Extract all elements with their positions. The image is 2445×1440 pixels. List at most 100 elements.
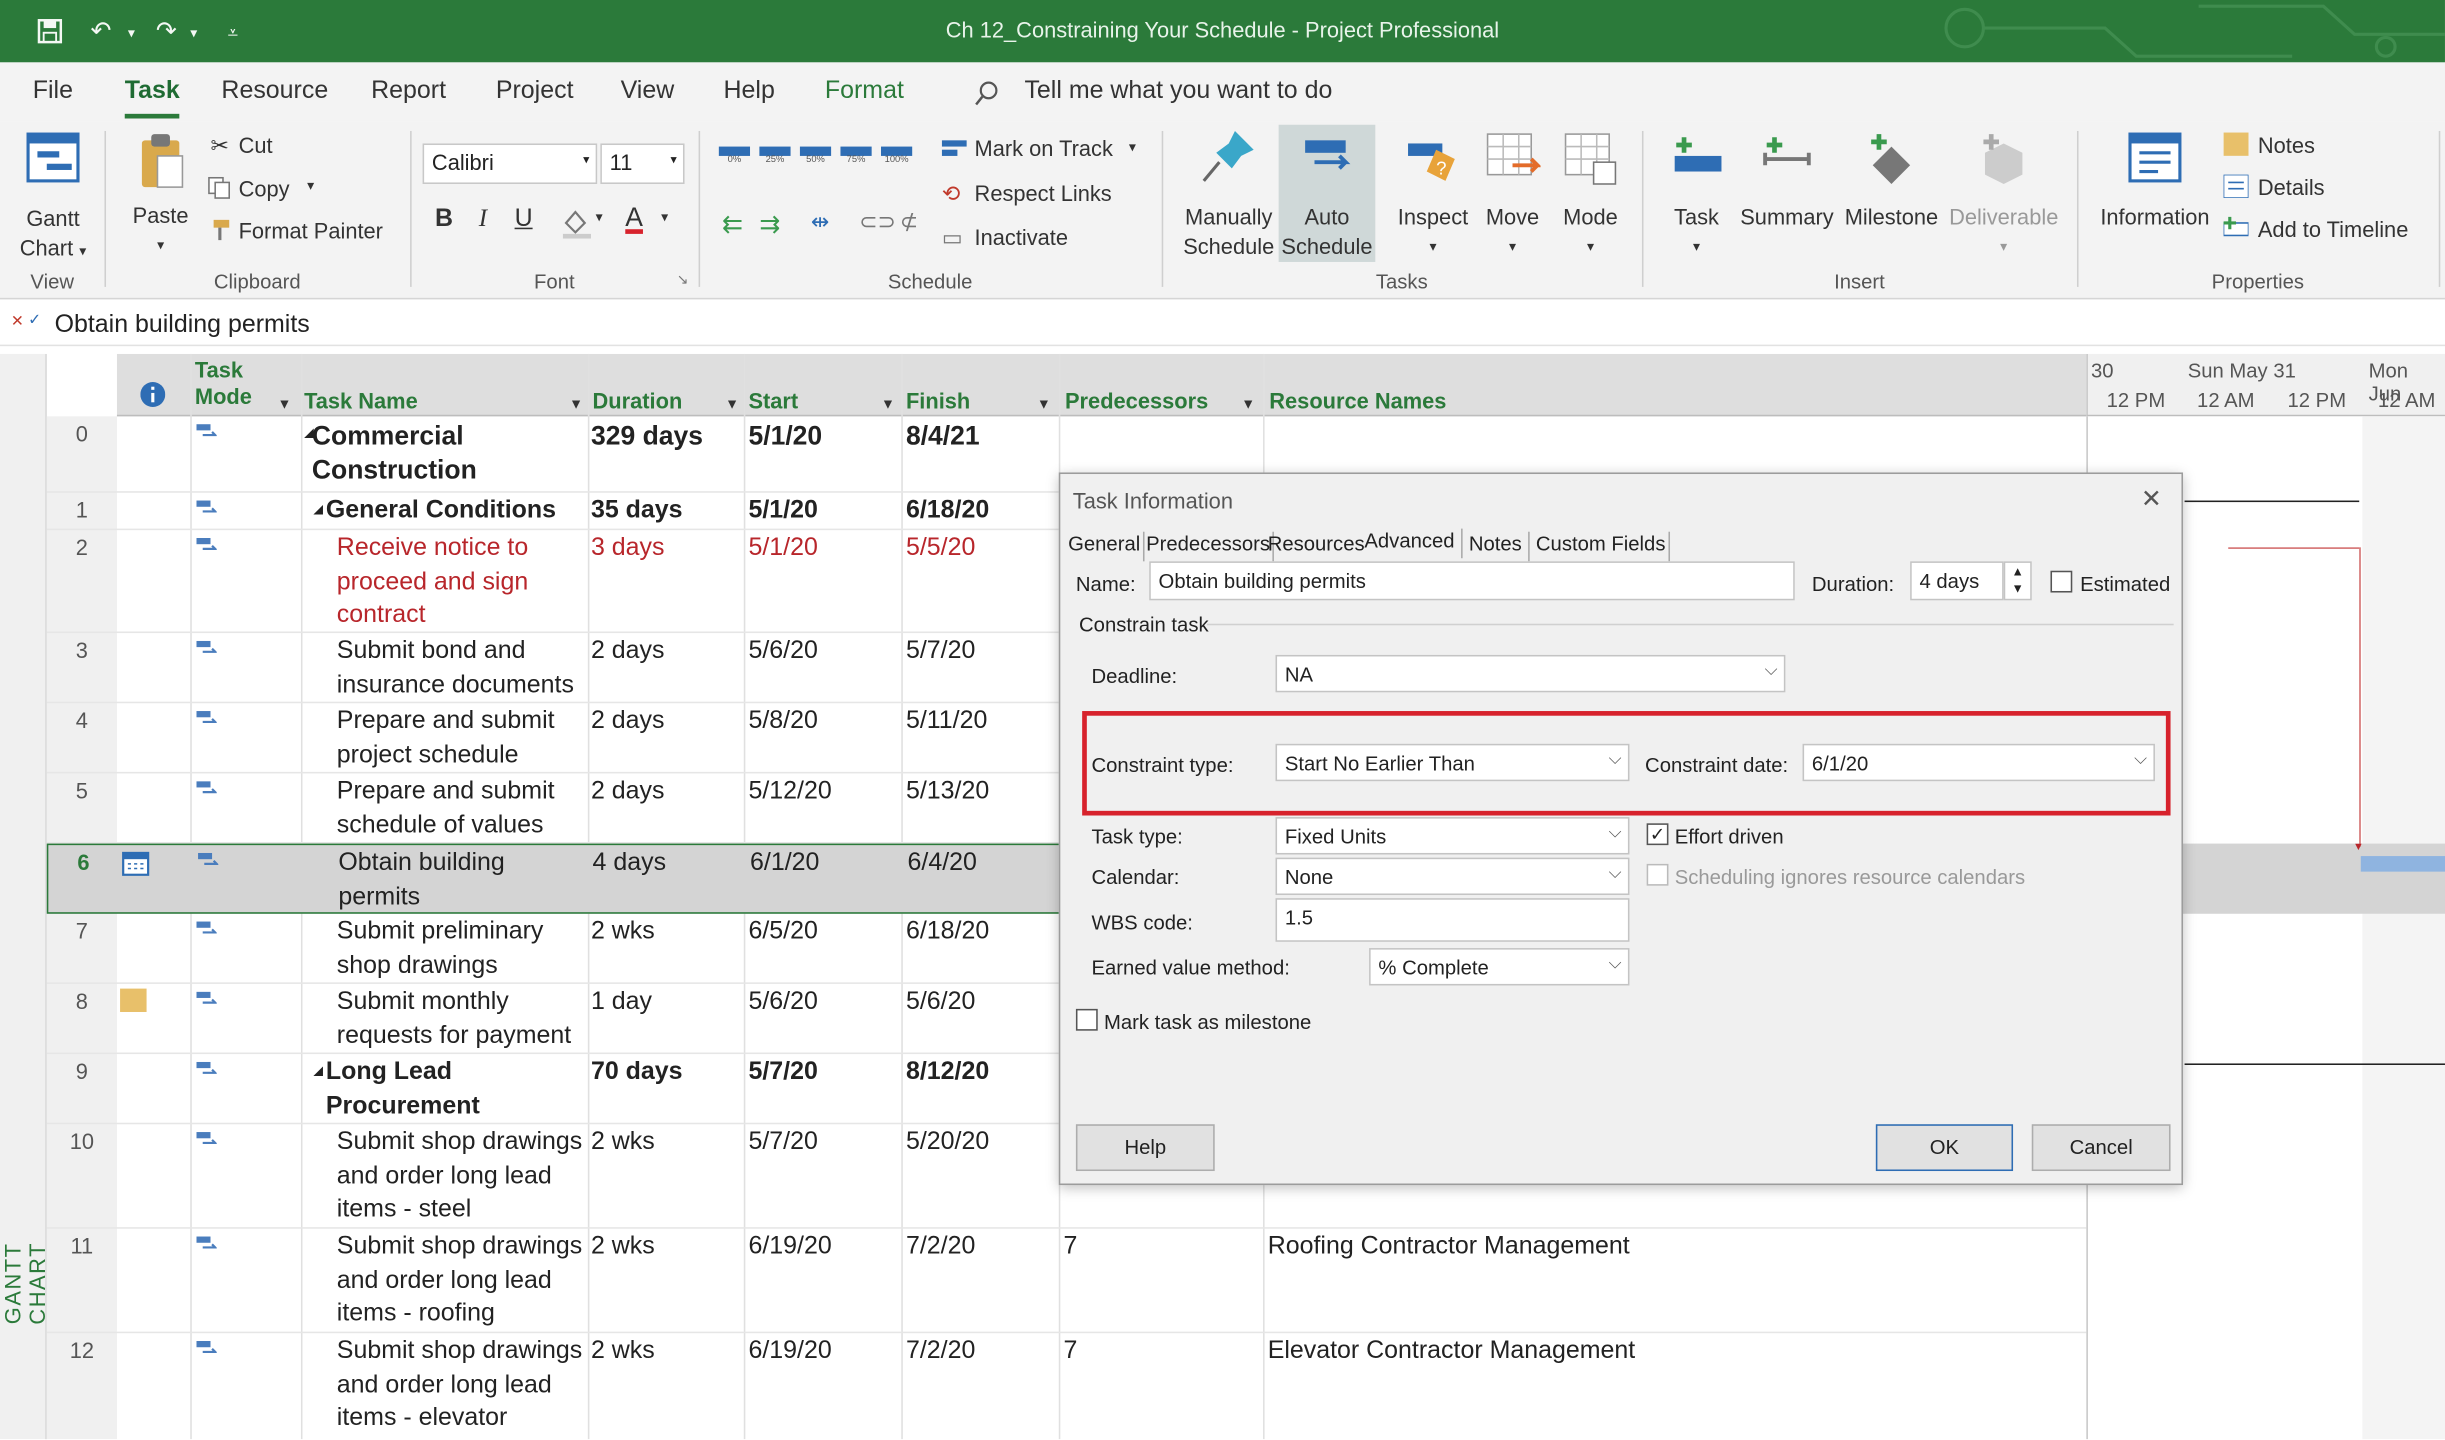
tell-me-box[interactable]: Tell me what you want to do: [1024, 78, 1332, 106]
ok-button[interactable]: OK: [1875, 1124, 2014, 1172]
finish-date[interactable]: 5/11/20: [906, 705, 987, 739]
start-date[interactable]: 5/12/20: [748, 775, 831, 809]
duration[interactable]: 2 wks: [591, 1126, 655, 1160]
task-name[interactable]: Submit shop drawings and order long lead i…: [337, 1335, 582, 1436]
duration[interactable]: 4 days: [593, 847, 667, 881]
finish-date[interactable]: 5/20/20: [906, 1126, 989, 1160]
header-task-name[interactable]: Task Name: [304, 388, 418, 415]
tab-format[interactable]: Format: [825, 78, 904, 106]
duration-stepper[interactable]: ▲ ▼: [2003, 561, 2032, 601]
header-duration[interactable]: Duration: [593, 388, 683, 415]
outdent-icon[interactable]: ⇇: [722, 209, 743, 240]
cancel-button[interactable]: Cancel: [2031, 1124, 2171, 1172]
duration[interactable]: 329 days: [591, 419, 703, 453]
start-date[interactable]: 6/1/20: [750, 847, 819, 881]
tab-custom-fields[interactable]: Custom Fields: [1536, 531, 1671, 562]
duration-input[interactable]: 4 days: [1910, 561, 2004, 601]
resource-names[interactable]: Roofing Contractor Management: [1268, 1230, 1630, 1264]
tab-project[interactable]: Project: [496, 78, 574, 106]
accept-entry-icon[interactable]: ✓: [28, 312, 41, 329]
finish-date[interactable]: 6/18/20: [906, 494, 989, 528]
italic-button[interactable]: I: [479, 206, 487, 234]
add-to-timeline-button[interactable]: Add to Timeline: [2258, 217, 2408, 242]
predecessors[interactable]: 7: [1063, 1335, 1077, 1369]
finish-date[interactable]: 5/5/20: [906, 532, 975, 566]
task-name[interactable]: Submit shop drawings and order long lead i…: [337, 1230, 582, 1331]
dialog-launcher-icon[interactable]: ↘: [677, 271, 689, 288]
scheduling-ignores-checkbox[interactable]: [1646, 863, 1669, 886]
constraint-type-select[interactable]: Start No Earlier Than ⌵: [1275, 743, 1630, 782]
tab-task[interactable]: Task: [124, 78, 181, 119]
wbs-code-input[interactable]: 1.5: [1275, 898, 1630, 942]
duration[interactable]: 35 days: [591, 494, 683, 528]
chevron-down-icon[interactable]: ▾: [596, 209, 603, 226]
task-name[interactable]: Long Lead Procurement: [326, 1056, 480, 1123]
tab-notes[interactable]: Notes: [1469, 531, 1530, 562]
finish-date[interactable]: 5/7/20: [906, 635, 975, 669]
task-name[interactable]: Receive notice to proceed and sign contrac…: [337, 532, 528, 633]
cut-button[interactable]: Cut: [239, 133, 273, 158]
close-icon[interactable]: ✕: [2141, 483, 2162, 514]
chevron-down-icon[interactable]: ▼: [2011, 582, 2023, 596]
tab-view[interactable]: View: [621, 78, 675, 106]
pct-100-button[interactable]: 100%: [881, 146, 913, 165]
start-date[interactable]: 5/6/20: [748, 985, 817, 1019]
tab-report[interactable]: Report: [371, 78, 446, 106]
filter-arrow-icon[interactable]: ▼: [1241, 396, 1255, 412]
paste-button[interactable]: Paste ▾: [128, 131, 193, 260]
tab-advanced[interactable]: Advanced: [1364, 528, 1463, 559]
effort-driven-checkbox[interactable]: ✓: [1646, 823, 1669, 846]
estimated-checkbox[interactable]: [2050, 570, 2073, 593]
start-date[interactable]: 6/5/20: [748, 915, 817, 949]
calendar-select[interactable]: None ⌵: [1275, 857, 1630, 896]
link-tasks-icon[interactable]: ⊂⊃: [859, 209, 896, 236]
task-name[interactable]: Prepare and submit schedule of values: [337, 775, 555, 842]
earned-value-select[interactable]: % Complete ⌵: [1369, 948, 1630, 986]
start-date[interactable]: 6/19/20: [748, 1230, 831, 1264]
duration[interactable]: 3 days: [591, 532, 665, 566]
tab-general[interactable]: General: [1068, 531, 1145, 562]
pct-75-button[interactable]: 75%: [840, 146, 872, 165]
inspect-button[interactable]: ? Inspect ▾: [1392, 131, 1473, 262]
task-name[interactable]: Submit monthly requests for payment: [337, 985, 571, 1052]
font-name-select[interactable]: Calibri ▾: [422, 143, 598, 184]
indent-icon[interactable]: ⇉: [759, 209, 780, 240]
collapse-icon[interactable]: ◢: [313, 502, 323, 516]
chevron-up-icon[interactable]: ▲: [2011, 564, 2023, 578]
start-date[interactable]: 5/1/20: [748, 494, 817, 528]
entry-input[interactable]: Obtain building permits: [55, 312, 310, 340]
header-task-mode[interactable]: Task Mode: [195, 357, 252, 410]
insert-deliverable-button[interactable]: Deliverable ▾: [1949, 131, 2058, 262]
task-name[interactable]: Obtain building permits: [338, 847, 504, 914]
start-date[interactable]: 5/8/20: [748, 705, 817, 739]
notes-button[interactable]: Notes: [2258, 133, 2315, 158]
task-type-select[interactable]: Fixed Units ⌵: [1275, 817, 1630, 855]
duration[interactable]: 2 wks: [591, 1335, 655, 1369]
duration[interactable]: 2 wks: [591, 915, 655, 949]
fill-color-icon[interactable]: [560, 207, 594, 239]
chevron-down-icon[interactable]: ▾: [1129, 139, 1136, 156]
start-date[interactable]: 5/7/20: [748, 1126, 817, 1160]
deadline-select[interactable]: NA ⌵: [1275, 654, 1786, 693]
task-bar[interactable]: [2360, 856, 2445, 872]
resource-names[interactable]: Elevator Contractor Management: [1268, 1335, 1635, 1369]
cancel-entry-icon[interactable]: ✕: [11, 313, 24, 330]
mark-on-track-button[interactable]: Mark on Track: [975, 136, 1113, 161]
font-size-select[interactable]: 11 ▾: [600, 143, 685, 184]
header-resource-names[interactable]: Resource Names: [1269, 388, 1446, 415]
filter-arrow-icon[interactable]: ▼: [278, 396, 292, 412]
task-name[interactable]: Submit bond and insurance documents: [337, 635, 574, 702]
finish-date[interactable]: 6/18/20: [906, 915, 989, 949]
duration[interactable]: 2 days: [591, 775, 665, 809]
mode-button[interactable]: Mode ▾: [1556, 131, 1625, 262]
start-date[interactable]: 6/19/20: [748, 1335, 831, 1369]
information-button[interactable]: Information: [2093, 131, 2218, 232]
tab-resources[interactable]: Resources: [1268, 532, 1365, 562]
table-row[interactable]: 11 Submit shop drawings and order long le…: [46, 1229, 2087, 1334]
details-button[interactable]: Details: [2258, 175, 2325, 200]
insert-summary-button[interactable]: Summary: [1737, 131, 1837, 232]
manually-schedule-button[interactable]: Manually Schedule: [1179, 128, 1279, 262]
font-color-button[interactable]: A: [625, 203, 643, 234]
constraint-date-select[interactable]: 6/1/20 ⌵: [1802, 743, 2155, 782]
finish-date[interactable]: 5/6/20: [906, 985, 975, 1019]
